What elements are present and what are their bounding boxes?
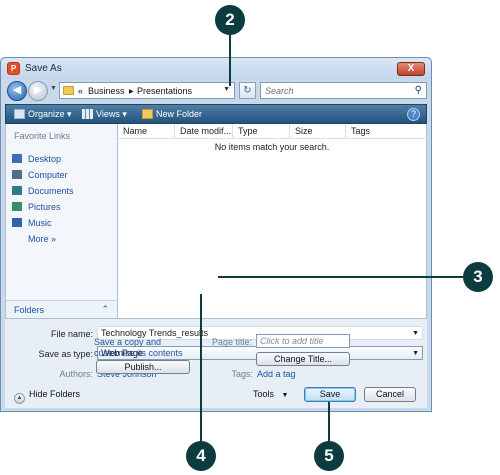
more-links[interactable]: More »: [28, 234, 56, 244]
views-icon: [82, 109, 93, 119]
column-header-name[interactable]: Name: [118, 124, 175, 139]
nav-link-music[interactable]: Music: [12, 218, 52, 228]
folders-label: Folders: [14, 305, 45, 315]
callout-2: 2: [215, 5, 245, 35]
callout-5-leader: [328, 402, 330, 441]
more-label: More: [28, 234, 49, 244]
empty-message: No items match your search.: [214, 142, 330, 152]
callout-3-leader: [218, 276, 463, 278]
column-header-size[interactable]: Size: [290, 124, 346, 139]
column-header-type[interactable]: Type: [233, 124, 290, 139]
views-label: Views: [96, 109, 120, 119]
organize-button[interactable]: Organize ▾: [14, 109, 72, 120]
hide-folders-button[interactable]: ▲ Hide Folders: [14, 389, 80, 404]
help-icon[interactable]: ?: [407, 108, 420, 121]
callout-2-leader: [229, 34, 231, 86]
address-bar[interactable]: « Business ▶ Presentations ▼: [59, 82, 235, 99]
change-title-button[interactable]: Change Title...: [256, 352, 350, 366]
breadcrumb-overflow[interactable]: «: [78, 86, 83, 96]
navigation-pane: Favorite Links Desktop Computer Document…: [5, 124, 118, 318]
chevron-down-icon: ▼: [281, 392, 289, 399]
breadcrumb-presentations[interactable]: Presentations: [137, 86, 192, 96]
forward-button[interactable]: ▶: [28, 81, 48, 101]
nav-link-label: Pictures: [28, 202, 61, 212]
folder-icon: [63, 86, 74, 95]
computer-icon: [12, 170, 22, 179]
address-row: ◀ ▶ ▼ « Business ▶ Presentations ▼ ↻ Sea…: [1, 79, 431, 101]
nav-link-label: Computer: [28, 170, 68, 180]
organize-icon: [14, 109, 25, 119]
search-placeholder: Search: [265, 86, 294, 96]
close-button[interactable]: X: [397, 62, 425, 76]
save-button[interactable]: Save: [304, 387, 356, 402]
chevron-up-icon: ▲: [14, 393, 25, 404]
nav-link-computer[interactable]: Computer: [12, 170, 68, 180]
desktop-icon: [12, 154, 22, 163]
search-input[interactable]: Search ⚲: [260, 82, 427, 99]
music-icon: [12, 218, 22, 227]
breadcrumb-business[interactable]: Business: [88, 86, 125, 96]
callout-3: 3: [463, 262, 493, 292]
recent-pages-dropdown-icon[interactable]: ▼: [50, 85, 57, 92]
callout-4: 4: [186, 441, 216, 471]
cancel-button[interactable]: Cancel: [364, 387, 416, 402]
views-button[interactable]: Views ▾: [82, 109, 127, 120]
dialog-title: Save As: [25, 63, 62, 74]
file-list[interactable]: Name Date modif... Type Size Tags No ite…: [118, 124, 427, 318]
address-dropdown-icon[interactable]: ▼: [223, 86, 230, 93]
new-folder-button[interactable]: New Folder: [142, 109, 202, 119]
tools-button[interactable]: Tools ▼: [253, 389, 288, 399]
nav-link-label: Documents: [28, 186, 74, 196]
powerpoint-app-icon: P: [7, 62, 20, 75]
breadcrumb-separator-icon[interactable]: ▶: [129, 88, 134, 95]
new-folder-icon: [142, 109, 153, 119]
save-copy-text-line2: customize its contents: [94, 348, 183, 358]
nav-link-label: Music: [28, 218, 52, 228]
search-icon[interactable]: ⚲: [415, 85, 422, 96]
pictures-icon: [12, 202, 22, 211]
publish-button[interactable]: Publish...: [96, 360, 190, 374]
callout-5: 5: [314, 441, 344, 471]
column-header-date[interactable]: Date modif...: [175, 124, 233, 139]
refresh-button[interactable]: ↻: [239, 82, 256, 99]
nav-link-label: Desktop: [28, 154, 62, 164]
folders-toggle[interactable]: Folders ⌃: [6, 300, 117, 318]
organize-label: Organize: [28, 109, 65, 119]
save-copy-text-line1: Save a copy and: [94, 337, 162, 347]
hide-folders-label: Hide Folders: [29, 389, 81, 399]
title-bar: P Save As X: [1, 58, 431, 79]
nav-link-documents[interactable]: Documents: [12, 186, 74, 196]
tools-label: Tools: [253, 389, 275, 399]
page-title-input[interactable]: Click to add title: [256, 334, 350, 348]
documents-icon: [12, 186, 22, 195]
new-folder-label: New Folder: [156, 109, 203, 119]
page-title-label: Page title:: [211, 337, 252, 347]
callout-4-leader: [200, 294, 202, 441]
nav-link-desktop[interactable]: Desktop: [12, 154, 61, 164]
column-header-tags[interactable]: Tags: [346, 124, 427, 139]
double-chevron-icon: »: [51, 234, 57, 244]
nav-link-pictures[interactable]: Pictures: [12, 202, 61, 212]
command-toolbar: Organize ▾ Views ▾ New Folder ?: [5, 104, 427, 124]
favorite-links-heading: Favorite Links: [14, 131, 71, 141]
page-options-overlay: Save a copy and customize its contents P…: [4, 317, 426, 407]
back-button[interactable]: ◀: [7, 81, 27, 101]
chevron-up-icon: ⌃: [101, 304, 109, 314]
